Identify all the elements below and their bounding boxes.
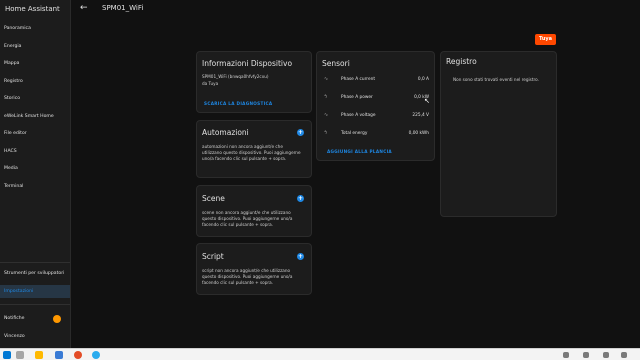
scripts-card: Script + script non ancora aggiunt/e che…	[196, 243, 312, 295]
chrome-icon[interactable]	[74, 351, 82, 359]
mouse-cursor-icon: ↖	[424, 97, 430, 105]
sensor-name: Phase A power	[341, 95, 373, 100]
card-title: Informazioni Dispositivo	[202, 59, 293, 68]
sensor-name: Phase A voltage	[341, 113, 376, 118]
sidebar-divider	[0, 304, 70, 305]
sensor-value: 225,4 V	[412, 113, 429, 118]
sidebar-item-dev-tools[interactable]: Strumenti per sviluppatori	[0, 267, 70, 280]
sidebar: Home Assistant Panoramica Energia Mappa …	[0, 0, 71, 348]
add-script-icon[interactable]: +	[297, 253, 304, 260]
lightning-icon: ϟ	[324, 94, 328, 100]
top-bar: ← SPM01_WiFi	[71, 0, 640, 20]
sidebar-item-panoramica[interactable]: Panoramica	[0, 22, 70, 35]
sensor-row[interactable]: ∿ Phase A voltage 225,4 V	[317, 108, 435, 123]
sidebar-title: Home Assistant	[5, 5, 60, 13]
sidebar-item-user[interactable]: Vincenzo	[0, 330, 70, 343]
sensors-card: Sensori ∿ Phase A current 0,0 A ϟ Phase …	[316, 51, 435, 161]
sidebar-item-media[interactable]: Media	[0, 162, 70, 175]
app-icon[interactable]	[55, 351, 63, 359]
tray-icon[interactable]	[621, 352, 627, 358]
sidebar-item-storico[interactable]: Storico	[0, 92, 70, 105]
brand-logo: Tuya	[535, 34, 556, 45]
card-title: Scene	[202, 194, 225, 203]
tray-icon[interactable]	[603, 352, 609, 358]
device-manufacturer: da Tuya	[202, 81, 219, 86]
add-to-dashboard-button[interactable]: AGGIUNGI ALLA PLANCIA	[327, 149, 392, 154]
sensor-row[interactable]: ∿ Phase A current 0,0 A	[317, 72, 435, 87]
telegram-icon[interactable]	[92, 351, 100, 359]
card-title: Registro	[446, 57, 477, 66]
card-description: scene non ancora aggiunt/e che utilizzan…	[202, 210, 293, 227]
sensor-row[interactable]: ϟ Phase A power 0,0 kW	[317, 90, 435, 105]
sensor-value: 0,0 A	[417, 77, 429, 82]
sidebar-item-terminal[interactable]: Terminal	[0, 180, 70, 193]
logbook-empty-text: Non sono stati trovati eventi nel regist…	[453, 77, 539, 82]
sidebar-divider	[0, 262, 70, 263]
sensor-name: Phase A current	[341, 77, 376, 82]
sidebar-item-mappa[interactable]: Mappa	[0, 57, 70, 70]
download-diagnostics-button[interactable]: SCARICA LA DIAGNOSTICA	[204, 101, 272, 106]
sidebar-item-hacs[interactable]: HACS	[0, 145, 70, 158]
notification-badge	[53, 315, 61, 323]
folder-icon[interactable]	[35, 351, 43, 359]
sine-wave-icon: ∿	[324, 112, 329, 118]
device-info-card: Informazioni Dispositivo SPM01_WiFi (bnw…	[196, 51, 312, 113]
card-description: automazioni non ancora aggiunt/e che uti…	[202, 144, 301, 161]
sensor-name: Total energy	[341, 131, 368, 136]
card-description: script non ancora aggiunt/e che utilizza…	[202, 268, 293, 285]
sidebar-item-ewelink[interactable]: eWeLink Smart Home	[0, 110, 70, 123]
card-title: Sensori	[322, 59, 350, 68]
app-window: Home Assistant Panoramica Energia Mappa …	[0, 0, 640, 348]
add-automation-icon[interactable]: +	[297, 129, 304, 136]
lightning-icon: ϟ	[324, 130, 328, 136]
sidebar-item-registro[interactable]: Registro	[0, 75, 70, 88]
start-icon[interactable]	[3, 351, 11, 359]
sidebar-item-energia[interactable]: Energia	[0, 40, 70, 53]
device-model: SPM01_WiFi (bnwqa0hfvfy2cxu)	[202, 74, 269, 79]
card-title: Script	[202, 252, 224, 261]
card-title: Automazioni	[202, 128, 249, 137]
arrow-left-icon[interactable]: ←	[80, 3, 88, 13]
page-title: SPM01_WiFi	[102, 4, 144, 12]
sensor-row[interactable]: ϟ Total energy 0,00 kWh	[317, 126, 435, 141]
sensor-value: 0,00 kWh	[408, 131, 429, 136]
search-icon[interactable]	[16, 351, 24, 359]
scenes-card: Scene + scene non ancora aggiunt/e che u…	[196, 185, 312, 237]
taskbar	[0, 348, 640, 360]
tray-icon[interactable]	[563, 352, 569, 358]
sidebar-item-file-editor[interactable]: File editor	[0, 127, 70, 140]
add-scene-icon[interactable]: +	[297, 195, 304, 202]
automations-card: Automazioni + automazioni non ancora agg…	[196, 120, 312, 178]
logbook-card: Registro Non sono stati trovati eventi n…	[440, 51, 557, 217]
sidebar-item-settings[interactable]: Impostazioni	[0, 285, 70, 298]
sine-wave-icon: ∿	[324, 76, 329, 82]
tray-icon[interactable]	[583, 352, 589, 358]
